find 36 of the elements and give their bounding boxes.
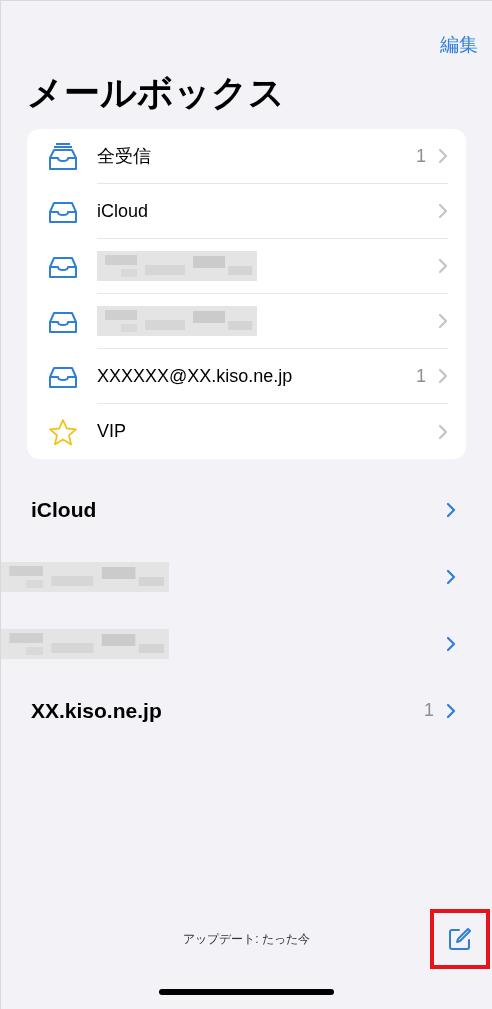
mailbox-label: iCloud (97, 199, 149, 223)
mailbox-row[interactable]: iCloud (27, 184, 466, 239)
tray-icon (47, 199, 79, 224)
chevron-icon (438, 313, 448, 329)
mailbox-label: VIP (97, 420, 126, 443)
chevron-icon (446, 702, 456, 719)
star-icon (48, 417, 78, 446)
chevron-icon (446, 635, 456, 652)
chevron-icon (446, 568, 456, 585)
account-label: iCloud (31, 496, 97, 523)
unread-count: 1 (416, 364, 426, 388)
unread-count: 1 (424, 699, 434, 722)
stacked-tray-icon (47, 141, 79, 172)
chevron-icon (438, 368, 448, 384)
mailbox-label: XXXXXX@XX.kiso.ne.jp (97, 364, 293, 388)
chevron-icon (438, 148, 448, 164)
tray-icon (47, 254, 79, 279)
chevron-icon (438, 258, 448, 274)
update-status: アップデート: たった今 (183, 931, 310, 948)
account-row[interactable]: iCloud (1, 476, 492, 543)
account-label: XX.kiso.ne.jp (31, 697, 162, 724)
account-row[interactable]: XX.kiso.ne.jp 1 (1, 677, 492, 744)
mailbox-label: 全受信 (97, 144, 151, 168)
mailbox-row[interactable]: VIP (27, 404, 466, 459)
page-title: メールボックス (26, 71, 286, 115)
tray-icon (47, 309, 79, 334)
tray-icon (47, 364, 79, 389)
chevron-icon (446, 501, 456, 518)
edit-button[interactable]: 編集 (440, 31, 478, 59)
mailbox-row[interactable]: 全受信 1 (27, 129, 466, 184)
compose-icon (447, 926, 473, 952)
chevron-icon (438, 423, 448, 440)
mailbox-row[interactable]: XXXXXX@XX.kiso.ne.jp 1 (27, 349, 466, 404)
chevron-icon (438, 203, 448, 219)
unread-count: 1 (416, 144, 426, 168)
compose-button[interactable] (430, 909, 490, 969)
